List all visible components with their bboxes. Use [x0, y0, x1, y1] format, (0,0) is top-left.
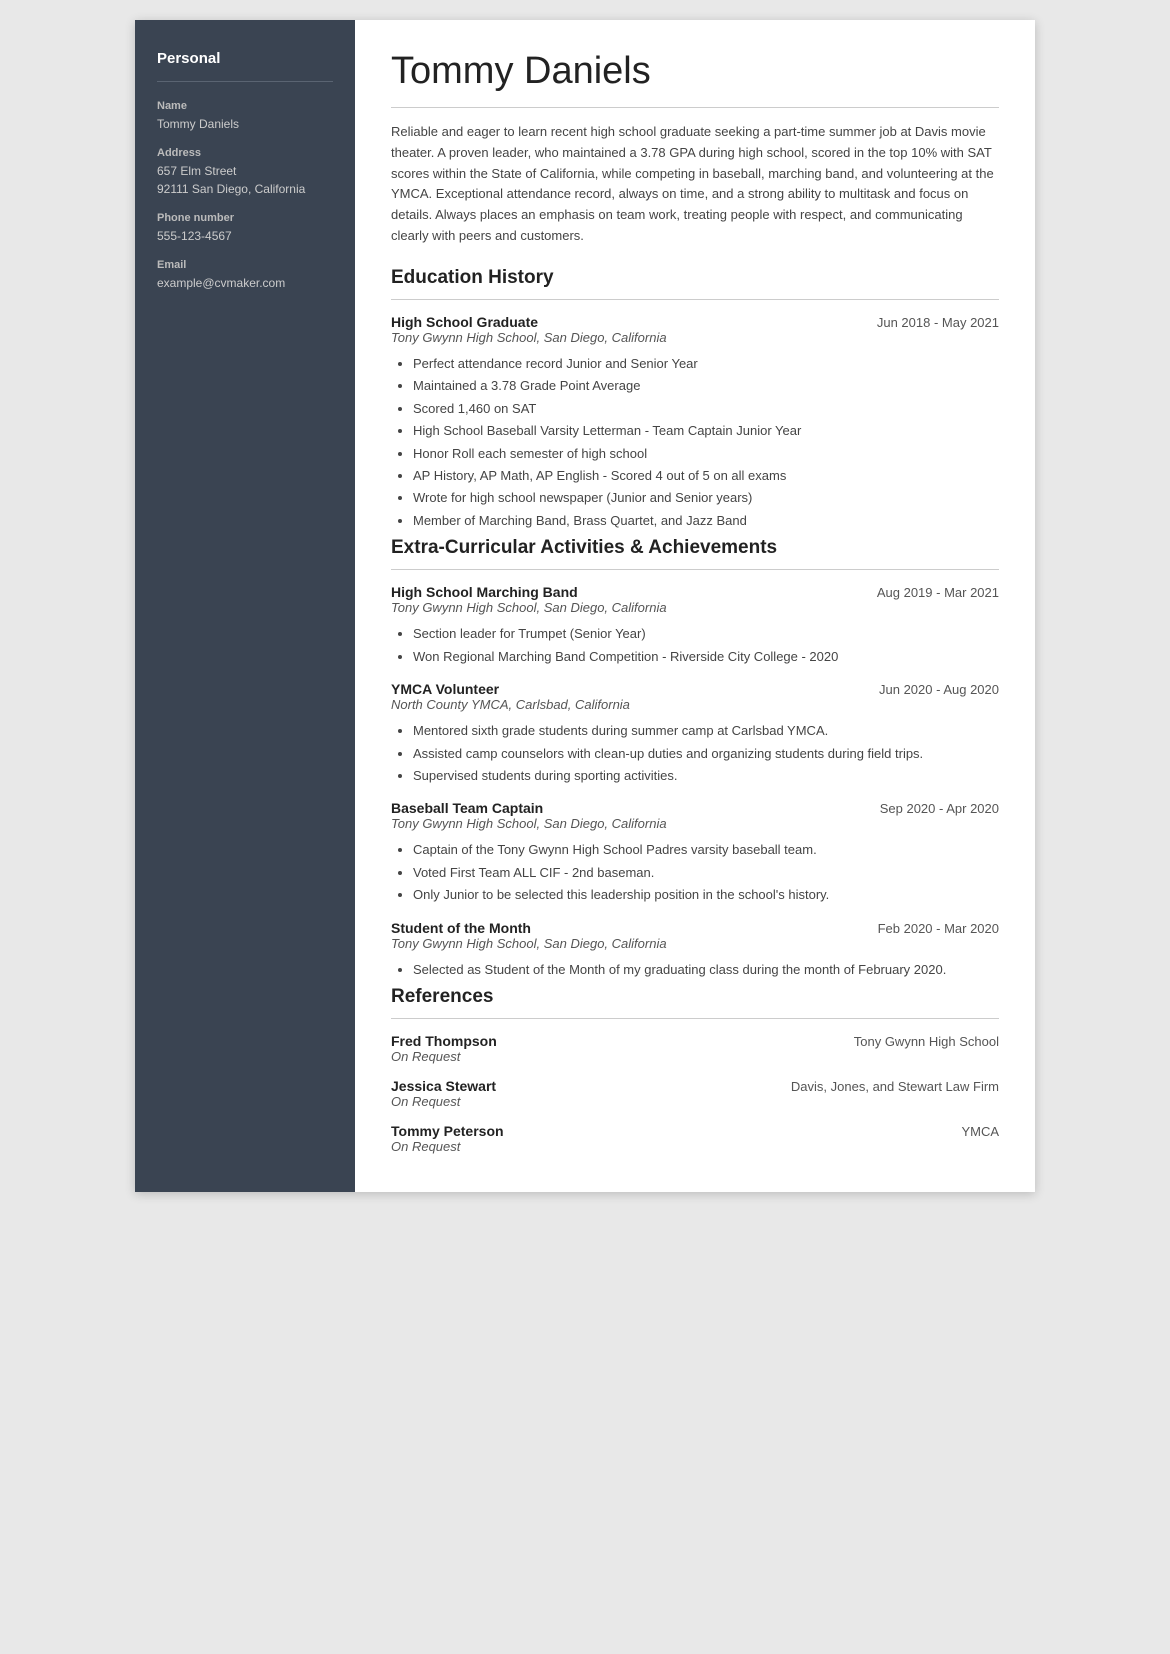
extra-entry-date-2: Sep 2020 - Apr 2020 — [880, 801, 999, 816]
name-label: Name — [157, 100, 333, 112]
references-divider — [391, 1018, 999, 1019]
name-divider — [391, 107, 999, 108]
address-label: Address — [157, 147, 333, 159]
reference-detail-1: On Request — [391, 1094, 999, 1109]
education-divider — [391, 299, 999, 300]
extra-bullet-1-0: Mentored sixth grade students during sum… — [413, 720, 999, 741]
extra-bullet-2-1: Voted First Team ALL CIF - 2nd baseman. — [413, 862, 999, 883]
extra-entry-subtitle-2: Tony Gwynn High School, San Diego, Calif… — [391, 816, 999, 831]
edu-bullet-6: Wrote for high school newspaper (Junior … — [413, 487, 999, 508]
resume-wrapper: Personal Name Tommy Daniels Address 657 … — [135, 20, 1035, 1192]
reference-name-1: Jessica Stewart — [391, 1078, 496, 1094]
extra-bullets-2: Captain of the Tony Gwynn High School Pa… — [391, 839, 999, 905]
reference-org-0: Tony Gwynn High School — [854, 1034, 999, 1049]
reference-org-1: Davis, Jones, and Stewart Law Firm — [791, 1079, 999, 1094]
extra-bullets-1: Mentored sixth grade students during sum… — [391, 720, 999, 786]
extra-entry-header-2: Baseball Team Captain Sep 2020 - Apr 202… — [391, 800, 999, 816]
reference-header-2: Tommy Peterson YMCA — [391, 1123, 999, 1139]
reference-header-1: Jessica Stewart Davis, Jones, and Stewar… — [391, 1078, 999, 1094]
address-line2: 92111 San Diego, California — [157, 180, 333, 198]
reference-name-0: Fred Thompson — [391, 1033, 497, 1049]
extra-entry-subtitle-0: Tony Gwynn High School, San Diego, Calif… — [391, 600, 999, 615]
education-entry-0: High School Graduate Jun 2018 - May 2021… — [391, 314, 999, 532]
extra-entry-title-2: Baseball Team Captain — [391, 800, 543, 816]
extra-bullet-2-0: Captain of the Tony Gwynn High School Pa… — [413, 839, 999, 860]
reference-detail-2: On Request — [391, 1139, 999, 1154]
sidebar-section-title: Personal — [157, 50, 333, 67]
extra-bullet-0-1: Won Regional Marching Band Competition -… — [413, 646, 999, 667]
reference-detail-0: On Request — [391, 1049, 999, 1064]
education-entry-header-0: High School Graduate Jun 2018 - May 2021 — [391, 314, 999, 330]
reference-org-2: YMCA — [961, 1124, 999, 1139]
edu-bullet-3: High School Baseball Varsity Letterman -… — [413, 420, 999, 441]
summary-text: Reliable and eager to learn recent high … — [391, 122, 999, 247]
reference-header-0: Fred Thompson Tony Gwynn High School — [391, 1033, 999, 1049]
education-entry-subtitle-0: Tony Gwynn High School, San Diego, Calif… — [391, 330, 999, 345]
extra-entry-date-0: Aug 2019 - Mar 2021 — [877, 585, 999, 600]
extra-entry-title-1: YMCA Volunteer — [391, 681, 499, 697]
extra-entry-date-3: Feb 2020 - Mar 2020 — [878, 921, 999, 936]
extra-entry-1: YMCA Volunteer Jun 2020 - Aug 2020 North… — [391, 681, 999, 786]
sidebar: Personal Name Tommy Daniels Address 657 … — [135, 20, 355, 1192]
education-entry-title-0: High School Graduate — [391, 314, 538, 330]
edu-bullet-5: AP History, AP Math, AP English - Scored… — [413, 465, 999, 486]
extra-bullets-0: Section leader for Trumpet (Senior Year)… — [391, 623, 999, 667]
extra-bullet-1-1: Assisted camp counselors with clean-up d… — [413, 743, 999, 764]
extra-bullet-0-0: Section leader for Trumpet (Senior Year) — [413, 623, 999, 644]
extra-bullet-1-2: Supervised students during sporting acti… — [413, 765, 999, 786]
name-value: Tommy Daniels — [157, 115, 333, 133]
extracurricular-divider — [391, 569, 999, 570]
phone-value: 555-123-4567 — [157, 227, 333, 245]
candidate-name: Tommy Daniels — [391, 50, 999, 93]
reference-name-2: Tommy Peterson — [391, 1123, 504, 1139]
extra-bullets-3: Selected as Student of the Month of my g… — [391, 959, 999, 980]
extra-entry-header-1: YMCA Volunteer Jun 2020 - Aug 2020 — [391, 681, 999, 697]
address-line1: 657 Elm Street — [157, 162, 333, 180]
reference-entry-2: Tommy Peterson YMCA On Request — [391, 1123, 999, 1154]
extra-entry-3: Student of the Month Feb 2020 - Mar 2020… — [391, 920, 999, 980]
extra-entry-2: Baseball Team Captain Sep 2020 - Apr 202… — [391, 800, 999, 905]
edu-bullet-7: Member of Marching Band, Brass Quartet, … — [413, 510, 999, 531]
edu-bullet-2: Scored 1,460 on SAT — [413, 398, 999, 419]
references-heading: References — [391, 986, 999, 1008]
email-label: Email — [157, 259, 333, 271]
main-content: Tommy Daniels Reliable and eager to lear… — [355, 20, 1035, 1192]
extra-entry-title-3: Student of the Month — [391, 920, 531, 936]
extracurricular-heading: Extra-Curricular Activities & Achievemen… — [391, 537, 999, 559]
extra-bullet-2-2: Only Junior to be selected this leadersh… — [413, 884, 999, 905]
extra-entry-subtitle-3: Tony Gwynn High School, San Diego, Calif… — [391, 936, 999, 951]
extra-entry-header-0: High School Marching Band Aug 2019 - Mar… — [391, 584, 999, 600]
extra-entry-0: High School Marching Band Aug 2019 - Mar… — [391, 584, 999, 667]
extra-entry-title-0: High School Marching Band — [391, 584, 578, 600]
extra-entry-subtitle-1: North County YMCA, Carlsbad, California — [391, 697, 999, 712]
edu-bullet-4: Honor Roll each semester of high school — [413, 443, 999, 464]
education-entry-date-0: Jun 2018 - May 2021 — [877, 315, 999, 330]
education-bullets-0: Perfect attendance record Junior and Sen… — [391, 353, 999, 532]
education-heading: Education History — [391, 267, 999, 289]
extra-bullet-3-0: Selected as Student of the Month of my g… — [413, 959, 999, 980]
edu-bullet-1: Maintained a 3.78 Grade Point Average — [413, 375, 999, 396]
extra-entry-header-3: Student of the Month Feb 2020 - Mar 2020 — [391, 920, 999, 936]
edu-bullet-0: Perfect attendance record Junior and Sen… — [413, 353, 999, 374]
extra-entry-date-1: Jun 2020 - Aug 2020 — [879, 682, 999, 697]
phone-label: Phone number — [157, 212, 333, 224]
email-value: example@cvmaker.com — [157, 274, 333, 292]
reference-entry-1: Jessica Stewart Davis, Jones, and Stewar… — [391, 1078, 999, 1109]
reference-entry-0: Fred Thompson Tony Gwynn High School On … — [391, 1033, 999, 1064]
